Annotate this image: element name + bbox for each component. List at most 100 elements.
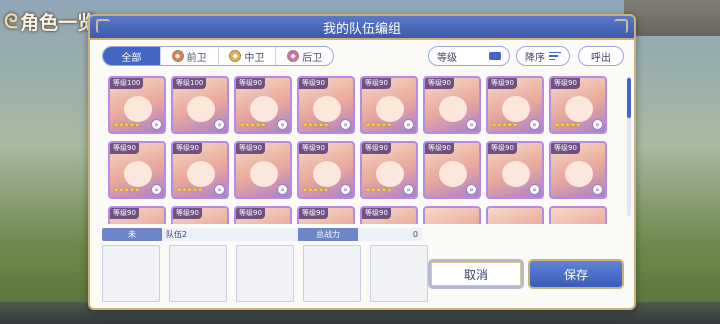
background-title-text: 角色一览 bbox=[20, 11, 97, 34]
dialog-title: 我的队伍编组 bbox=[322, 21, 401, 37]
character-level: 等级90 bbox=[110, 143, 139, 154]
character-level: 等级90 bbox=[299, 143, 328, 154]
character-level: 等级100 bbox=[173, 78, 207, 89]
character-card[interactable]: 等级90» bbox=[360, 206, 418, 224]
star-rating-icon: ★★★★★ bbox=[239, 121, 266, 129]
tab-all-label: 全部 bbox=[121, 52, 142, 64]
chevron-right-icon: » bbox=[466, 119, 477, 130]
character-card[interactable]: 等级90 » bbox=[234, 141, 292, 199]
character-level: 等级90 bbox=[488, 78, 517, 89]
character-portrait bbox=[502, 161, 530, 187]
character-card[interactable]: 等级90 ★★★★★ » bbox=[360, 141, 418, 199]
tab-back[interactable]: ◆ 后卫 bbox=[275, 47, 333, 65]
character-grid: 等级100 ★★★★★» 等级100» 等级90 ★★★★★» 等级90 ★★★★★» 等级9… bbox=[102, 74, 620, 224]
character-portrait bbox=[187, 161, 215, 187]
character-card[interactable]: 等级90 ★★★★★ » bbox=[297, 76, 355, 134]
team-slot[interactable] bbox=[102, 245, 160, 302]
character-portrait bbox=[376, 161, 404, 187]
star-rating-icon: ★★★★★ bbox=[176, 186, 203, 194]
character-card[interactable]: 等级90 ★★★★★ » bbox=[234, 76, 292, 134]
call-out-label: 呼出 bbox=[591, 52, 611, 64]
character-level: 等级90 bbox=[110, 208, 139, 219]
character-card[interactable]: 等级90 » bbox=[423, 76, 481, 134]
cancel-button[interactable]: 取消 bbox=[428, 259, 524, 289]
total-power-value: 0 bbox=[358, 228, 422, 241]
character-card[interactable]: 等级90 ★★★★★ » bbox=[360, 76, 418, 134]
character-card[interactable]: 等级90 ★★★★★ » bbox=[486, 76, 544, 134]
chevron-right-icon: » bbox=[277, 184, 288, 195]
chevron-right-icon: » bbox=[277, 119, 288, 130]
team-slots bbox=[102, 245, 428, 302]
team-slot[interactable] bbox=[236, 245, 294, 302]
character-card[interactable]: 等级90 ★★★★★ » bbox=[171, 141, 229, 199]
total-power-label: 总战力 bbox=[298, 228, 358, 241]
team-slot[interactable] bbox=[169, 245, 227, 302]
sort-descending-icon bbox=[549, 51, 561, 61]
chevron-right-icon: » bbox=[214, 184, 225, 195]
character-card[interactable]: 等级90» bbox=[297, 206, 355, 224]
character-card[interactable]: » bbox=[423, 206, 481, 224]
character-level: 等级90 bbox=[173, 208, 202, 219]
character-portrait bbox=[502, 96, 530, 122]
chevron-right-icon: » bbox=[529, 184, 540, 195]
star-rating-icon: ★★★★★ bbox=[113, 121, 140, 129]
character-level: 等级90 bbox=[236, 208, 265, 219]
character-portrait bbox=[313, 96, 341, 122]
filter-bar: 全部 ◆ 前卫 ◆ 中卫 ◆ 后卫 等级 降序 呼出 bbox=[102, 46, 624, 68]
ornament-icon bbox=[614, 19, 628, 33]
character-portrait bbox=[565, 96, 593, 122]
character-card[interactable]: 等级90 ★★★★★ » bbox=[108, 141, 166, 199]
tab-middle[interactable]: ◆ 中卫 bbox=[217, 47, 276, 65]
sort-by-label: 等级 bbox=[437, 52, 457, 64]
character-card[interactable]: 等级100 » bbox=[171, 76, 229, 134]
call-out-button[interactable]: 呼出 bbox=[578, 46, 624, 66]
sort-order-button[interactable]: 降序 bbox=[516, 46, 570, 66]
character-card[interactable]: » bbox=[486, 206, 544, 224]
chevron-right-icon: » bbox=[340, 119, 351, 130]
chevron-right-icon: » bbox=[529, 119, 540, 130]
tab-all[interactable]: 全部 bbox=[103, 47, 160, 65]
save-button[interactable]: 保存 bbox=[528, 259, 624, 289]
character-card[interactable]: 等级90» bbox=[108, 206, 166, 224]
character-portrait bbox=[565, 161, 593, 187]
character-card[interactable]: 等级90» bbox=[549, 141, 607, 199]
character-card[interactable]: 等级90» bbox=[171, 206, 229, 224]
character-card[interactable]: » bbox=[549, 206, 607, 224]
team-slot[interactable] bbox=[303, 245, 361, 302]
chevron-right-icon: » bbox=[466, 184, 477, 195]
character-level: 等级90 bbox=[236, 143, 265, 154]
character-card[interactable]: 等级90» bbox=[486, 141, 544, 199]
character-level: 等级90 bbox=[425, 143, 454, 154]
character-portrait bbox=[187, 96, 215, 122]
character-portrait bbox=[376, 96, 404, 122]
grid-scrollbar[interactable] bbox=[627, 76, 631, 216]
character-card[interactable]: 等级90 » bbox=[423, 141, 481, 199]
scrollbar-thumb[interactable] bbox=[627, 78, 631, 118]
team-edit-dialog: 我的队伍编组 全部 ◆ 前卫 ◆ 中卫 ◆ 后卫 等级 降序 呼出 等级100 … bbox=[88, 14, 636, 310]
tab-front-label: 前卫 bbox=[186, 52, 207, 64]
team-tag: 未 bbox=[102, 228, 162, 241]
character-card[interactable]: 等级90 ★★★★★ » bbox=[549, 76, 607, 134]
star-rating-icon: ★★★★★ bbox=[554, 121, 581, 129]
chevron-right-icon: » bbox=[151, 184, 162, 195]
role-filter-tabs: 全部 ◆ 前卫 ◆ 中卫 ◆ 后卫 bbox=[102, 46, 334, 66]
tab-front[interactable]: ◆ 前卫 bbox=[159, 47, 218, 65]
character-card[interactable]: 等级100 ★★★★★ » bbox=[108, 76, 166, 134]
chevron-right-icon: » bbox=[340, 184, 351, 195]
team-slot[interactable] bbox=[370, 245, 428, 302]
character-level: 等级90 bbox=[299, 208, 328, 219]
character-level: 等级90 bbox=[425, 78, 454, 89]
character-card[interactable]: 等级90 ★★★★★ » bbox=[297, 141, 355, 199]
back-role-icon: ◆ bbox=[287, 50, 300, 62]
character-card[interactable]: 等级90» bbox=[234, 206, 292, 224]
star-rating-icon: ★★★★★ bbox=[365, 121, 392, 129]
character-portrait bbox=[250, 96, 278, 122]
team-info-bar: 未 队伍2 总战力 0 bbox=[102, 228, 422, 241]
character-level: 等级90 bbox=[551, 78, 580, 89]
character-level: 等级90 bbox=[362, 143, 391, 154]
character-level: 等级90 bbox=[299, 78, 328, 89]
sort-order-label: 降序 bbox=[525, 52, 545, 64]
sort-by-button[interactable]: 等级 bbox=[428, 46, 510, 66]
toggle-icon bbox=[489, 52, 501, 60]
chevron-right-icon: » bbox=[214, 119, 225, 130]
